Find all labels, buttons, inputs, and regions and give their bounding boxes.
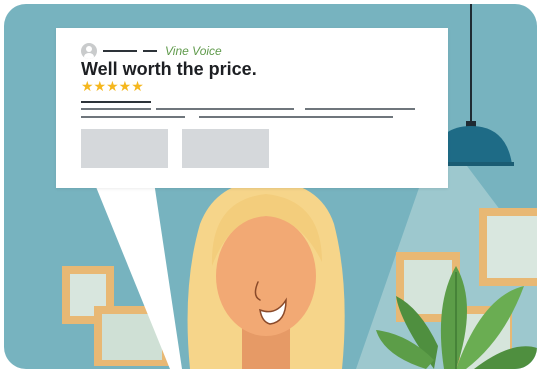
text-line-placeholder [81,108,151,110]
text-line-placeholder [156,108,294,110]
text-line-placeholder [199,116,393,118]
reviewer-row: Vine Voice [81,42,222,60]
reviewer-name-placeholder [103,50,137,52]
text-line-placeholder [81,116,185,118]
star-rating: ★★★★★ [81,78,144,94]
review-headline: Well worth the price. [81,59,257,79]
review-card: Vine Voice Well worth the price. ★★★★★ [56,28,448,188]
text-line-placeholder [81,101,151,103]
image-placeholder [182,129,269,168]
vine-voice-badge: Vine Voice [165,44,222,58]
woman-illustration [187,180,345,369]
image-placeholder [81,129,168,168]
reviewer-name-placeholder [143,50,157,52]
illustration-frame: Vine Voice Well worth the price. ★★★★★ [4,4,537,369]
text-line-placeholder [305,108,415,110]
user-avatar-icon [81,43,97,59]
